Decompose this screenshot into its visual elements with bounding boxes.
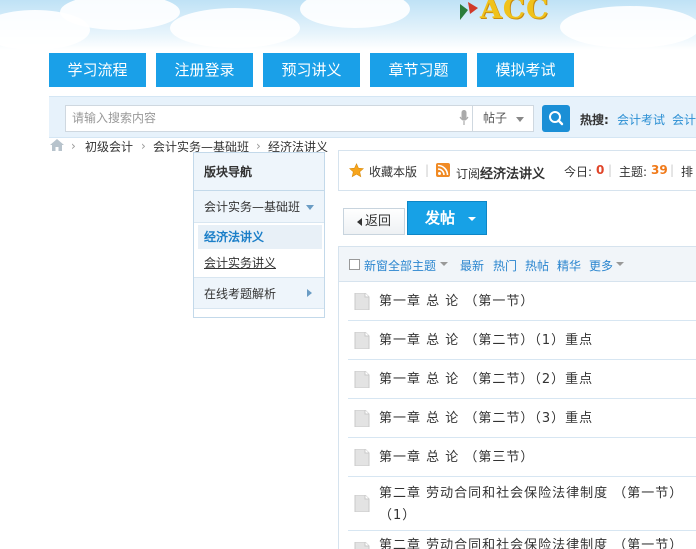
thread-title[interactable]: 第二章 劳动合同和社会保险法律制度 （第一节）（1） [379, 483, 696, 527]
board-nav-group[interactable]: 在线考题解析 [194, 277, 324, 309]
chevron-down-icon [468, 217, 476, 221]
breadcrumb-separator: › [71, 139, 76, 153]
filter-more[interactable]: 更多 [589, 257, 613, 274]
chevron-right-icon [307, 289, 312, 297]
chevron-down-icon [440, 262, 448, 266]
content-border [338, 282, 339, 549]
favorite-forum-link[interactable]: 收藏本版 [369, 163, 417, 180]
thread-row[interactable]: 第一章 总 论 （第二节）（2）重点 [348, 360, 696, 399]
document-icon [354, 332, 370, 349]
hot-search-label: 热搜: [580, 113, 609, 127]
thread-filter-bar: 新窗 全部主题 最新 热门 热帖 精华 更多 [338, 246, 696, 282]
rss-icon[interactable] [436, 163, 450, 177]
thread-row[interactable]: 第一章 总 论 （第二节）（3）重点 [348, 399, 696, 438]
nav-preview-notes[interactable]: 预习讲义 [263, 53, 360, 87]
board-nav-item[interactable]: 经济法讲义 [198, 225, 322, 249]
thread-title[interactable]: 第二章 劳动合同和社会保险法律制度 （第一节） [379, 535, 696, 549]
chevron-down-icon [306, 205, 314, 210]
new-window-label[interactable]: 新窗 [364, 257, 388, 274]
document-icon [354, 449, 370, 466]
thread-row[interactable]: 第一章 总 论 （第二节）（1）重点 [348, 321, 696, 360]
document-icon [354, 495, 370, 512]
document-icon [354, 410, 370, 427]
new-window-checkbox[interactable] [349, 259, 360, 270]
divider: | [425, 163, 430, 177]
document-icon [354, 542, 370, 549]
divider: | [608, 163, 613, 177]
thread-title[interactable]: 第一章 总 论 （第二节）（2）重点 [379, 369, 696, 391]
search-icon [549, 111, 564, 126]
document-icon [354, 371, 370, 388]
document-icon [354, 293, 370, 310]
filter-hot-posts[interactable]: 热帖 [525, 257, 549, 274]
divider: | [670, 163, 675, 177]
header-banner: ACC [0, 0, 696, 50]
thread-row[interactable]: 第一章 总 论 （第一节） [348, 282, 696, 321]
logo-text: ACC [480, 0, 550, 25]
back-button[interactable]: 返回 [343, 208, 405, 235]
thread-row[interactable]: 第二章 劳动合同和社会保险法律制度 （第一节）（1） [348, 477, 696, 531]
nav-register-login[interactable]: 注册登录 [156, 53, 253, 87]
all-topics-dropdown[interactable]: 全部主题 [388, 257, 436, 274]
hot-search-link[interactable]: 会计考试 [617, 111, 665, 128]
search-button[interactable] [542, 105, 570, 132]
home-icon[interactable] [49, 138, 65, 152]
thread-title[interactable]: 第一章 总 论 （第二节）（3）重点 [379, 408, 696, 430]
thread-row[interactable]: 第一章 总 论 （第三节） [348, 438, 696, 477]
rank-label: 排 [681, 165, 694, 179]
board-nav-dropdown: 版块导航 会计实务—基础班 经济法讲义 会计实务讲义 在线考题解析 [193, 152, 325, 318]
nav-chapter-exercises[interactable]: 章节习题 [370, 53, 467, 87]
forum-name: 经济法讲义 [480, 167, 546, 182]
search-category-value: 帖子 [483, 111, 508, 125]
today-count-label: 今日: [564, 165, 593, 179]
thread-title[interactable]: 第一章 总 论 （第二节）（1）重点 [379, 330, 696, 352]
board-nav-group-label: 在线考题解析 [204, 287, 277, 301]
new-post-button[interactable]: 发帖 [407, 201, 487, 235]
thread-title[interactable]: 第一章 总 论 （第一节） [379, 291, 696, 313]
back-label: 返回 [364, 214, 391, 229]
search-category-select[interactable]: 帖子 [473, 105, 534, 132]
site-logo[interactable]: ACC [458, 0, 578, 28]
board-nav-group[interactable]: 会计实务—基础班 [194, 191, 324, 223]
logo-mark-icon [460, 2, 478, 20]
microphone-icon[interactable] [459, 110, 469, 126]
chevron-down-icon [616, 262, 624, 266]
subscribe-link[interactable]: 订阅经济法讲义 [456, 163, 545, 182]
board-nav-item[interactable]: 会计实务讲义 [198, 251, 322, 275]
nav-study-flow[interactable]: 学习流程 [49, 53, 146, 87]
chevron-left-icon [356, 217, 362, 226]
star-icon[interactable] [349, 163, 364, 178]
breadcrumb-item[interactable]: 初级会计 [85, 138, 133, 155]
search-bar: 请输入搜索内容 帖子 热搜: 会计考试 会计 [49, 96, 696, 138]
nav-mock-exam[interactable]: 模拟考试 [477, 53, 574, 87]
breadcrumb-separator: › [141, 139, 146, 153]
subscribe-prefix: 订阅 [456, 167, 481, 181]
breadcrumb-separator: › [256, 139, 261, 153]
board-nav-group-label: 会计实务—基础班 [204, 200, 301, 214]
hot-search-link[interactable]: 会计 [672, 111, 696, 128]
topics-count-label: 主题: [619, 165, 648, 179]
topics-count: 39 [651, 163, 668, 177]
thread-row[interactable]: 第二章 劳动合同和社会保险法律制度 （第一节） [348, 531, 696, 549]
forum-header: 收藏本版 | 订阅经济法讲义 今日: 0 | 主题: 39 | 排 [338, 150, 696, 191]
thread-title[interactable]: 第一章 总 论 （第三节） [379, 447, 696, 469]
new-post-label: 发帖 [425, 209, 456, 227]
today-count: 0 [596, 163, 605, 177]
filter-digest[interactable]: 精华 [557, 257, 581, 274]
filter-hot[interactable]: 热门 [493, 257, 517, 274]
chevron-down-icon [516, 117, 524, 122]
board-nav-title: 版块导航 [194, 153, 324, 191]
search-input[interactable]: 请输入搜索内容 [65, 105, 473, 132]
filter-latest[interactable]: 最新 [460, 257, 484, 274]
